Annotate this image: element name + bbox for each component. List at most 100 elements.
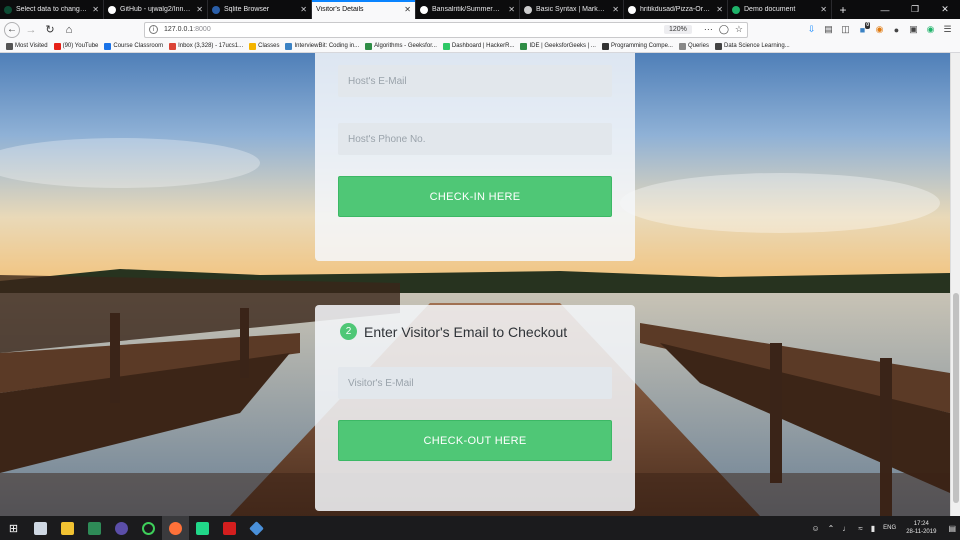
tab-close-icon[interactable]: ✕ [508,5,515,14]
download-icon[interactable]: ⇩ [803,22,820,38]
browser-tab[interactable]: Basic Syntax | Markdown ✕ [520,0,624,19]
address-bar[interactable]: i 127.0.0.1:8000 120% ⋯ ◯ ☆ [144,21,748,38]
language-indicator[interactable]: ENG [883,525,896,531]
bookmark-item[interactable]: Classes [249,42,280,50]
bookmark-label: Algorithms - Geeksfor... [374,43,437,49]
bookmark-label: Classes [258,43,280,49]
bookmark-favicon-icon [285,42,293,50]
zoom-level-badge[interactable]: 120% [663,25,692,34]
pocket-icon[interactable]: ◯ [719,24,729,35]
battery-icon[interactable]: ▮ [871,524,875,533]
tab-favicon-icon [420,5,428,14]
bookmark-label: Dashboard | HackerR... [451,43,515,49]
tab-close-icon[interactable]: ✕ [820,5,827,14]
clock-date: 28-11-2019 [906,529,937,535]
site-info-icon[interactable]: i [149,25,158,34]
volume-icon[interactable]: ♩ [842,524,850,533]
tab-close-icon[interactable]: ✕ [716,5,723,14]
check-in-button[interactable]: CHECK-IN HERE [338,176,612,217]
browser-tab[interactable]: Select data to change | Djan ✕ [0,0,104,19]
sidebar-icon[interactable]: ◫ [837,22,854,38]
windows-taskbar: ⊞ ☺ ⌃ ♩ ≈ ▮ ENG 17:24 28-11-2019 ▤ [0,516,960,540]
browser-tab[interactable]: hritikdusad/Pizza-Order ✕ [624,0,728,19]
start-button[interactable]: ⊞ [0,516,27,540]
browser-tab-strip: Select data to change | Djan✕GitHub - uj… [0,0,960,19]
minimize-icon[interactable]: — [870,0,900,19]
restore-icon[interactable]: ❐ [900,0,930,19]
tab-label: Select data to change | Djan [16,6,88,13]
acrobat-icon[interactable] [216,516,243,540]
bookmark-favicon-icon [714,42,722,50]
page-scrollbar[interactable] [950,53,960,516]
people-icon[interactable]: ☺ [812,524,820,533]
key-extension-icon[interactable]: ◉ [871,22,888,38]
file-explorer-icon[interactable] [54,516,81,540]
bookmark-item[interactable]: Course Classroom [104,42,163,50]
browser-tab[interactable]: Sqlite Browser ✕ [208,0,312,19]
browser-tab[interactable]: Visitor's Details ✕ [312,0,416,19]
bookmark-item[interactable]: Programming Compe... [601,42,673,50]
bookmark-star-icon[interactable]: ☆ [735,24,743,35]
tab-label: Sqlite Browser [224,6,270,13]
clock[interactable]: 17:24 28-11-2019 [906,520,936,536]
bookmark-item[interactable]: (90) YouTube [53,42,98,50]
bookmark-item[interactable]: Inbox (3,328) - 17ucs1... [169,42,244,50]
pycharm-icon[interactable] [189,516,216,540]
bookmark-item[interactable]: IDE | GeeksforGeeks | ... [520,42,596,50]
check-out-button[interactable]: CHECK-OUT HERE [338,420,612,461]
tab-close-icon[interactable]: ✕ [612,5,619,14]
bookmark-item[interactable]: InterviewBit: Coding in... [285,42,359,50]
forward-button[interactable]: → [23,22,39,38]
tab-close-icon[interactable]: ✕ [404,5,411,14]
host-email-input[interactable]: Host's E-Mail [338,65,612,97]
tab-close-icon[interactable]: ✕ [196,5,203,14]
back-button[interactable]: ← [4,21,20,38]
bookmark-label: Queries [687,43,709,49]
mail-icon[interactable] [27,516,54,540]
grammarly-icon[interactable]: ◉ [922,22,939,38]
host-phone-input[interactable]: Host's Phone No. [338,123,612,155]
browser-tab[interactable]: Bansalritik/SummerGeek ✕ [416,0,520,19]
bookmark-item[interactable]: Data Science Learning... [714,42,790,50]
scrollbar-thumb[interactable] [953,293,959,503]
bookmark-label: Inbox (3,328) - 17ucs1... [178,43,244,49]
menu-icon[interactable]: ☰ [939,22,956,38]
web-page: Host's E-Mail Host's Phone No. CHECK-IN … [0,53,950,516]
url-host: 127.0.0.1 [164,26,194,33]
bookmark-item[interactable]: Most Visited [6,42,48,50]
account-icon[interactable]: ● [888,22,905,38]
wallet-extension-icon[interactable]: ▣ [905,22,922,38]
app-icon-purple[interactable] [108,516,135,540]
bookmark-item[interactable]: Dashboard | HackerR... [442,42,515,50]
close-window-icon[interactable]: ✕ [930,0,960,19]
tab-close-icon[interactable]: ✕ [300,5,307,14]
system-tray: ☺ ⌃ ♩ ≈ ▮ ENG 17:24 28-11-2019 ▤ [808,520,960,536]
browser-tab[interactable]: Demo document ✕ [728,0,832,19]
store-icon[interactable] [81,516,108,540]
library-icon[interactable]: ▤ [820,22,837,38]
tab-label: GitHub - ujwalg2/Innova [120,6,193,13]
bookmark-label: Data Science Learning... [723,43,790,49]
bookmark-item[interactable]: Algorithms - Geeksfor... [365,42,437,50]
tab-favicon-icon [212,5,220,14]
bookmark-favicon-icon [601,42,609,50]
wifi-icon[interactable]: ≈ [858,524,862,533]
tab-label: hritikdusad/Pizza-Order [640,6,713,13]
visitor-email-input[interactable]: Visitor's E-Mail [338,367,612,399]
notifications-icon[interactable]: ▤ [948,524,956,533]
new-tab-button[interactable]: + [832,0,854,19]
app-icon-green-ring[interactable] [135,516,162,540]
check-in-card: Host's E-Mail Host's Phone No. CHECK-IN … [315,53,635,261]
home-button[interactable]: ⌂ [61,22,77,38]
app-icon-diamond[interactable] [243,516,270,540]
reload-button[interactable]: ↻ [42,22,58,38]
url-text[interactable]: 127.0.0.1:8000 [164,26,664,33]
browser-tab[interactable]: GitHub - ujwalg2/Innova ✕ [104,0,208,19]
tab-close-icon[interactable]: ✕ [92,5,99,14]
show-hidden-icons-chevron-icon[interactable]: ⌃ [828,524,835,533]
firefox-icon[interactable] [162,516,189,540]
page-actions-icon[interactable]: ⋯ [704,24,713,35]
tab-favicon-icon [524,5,532,14]
bookmark-item[interactable]: Queries [678,42,709,50]
extension-icon[interactable]: ■ 0 [854,21,871,38]
